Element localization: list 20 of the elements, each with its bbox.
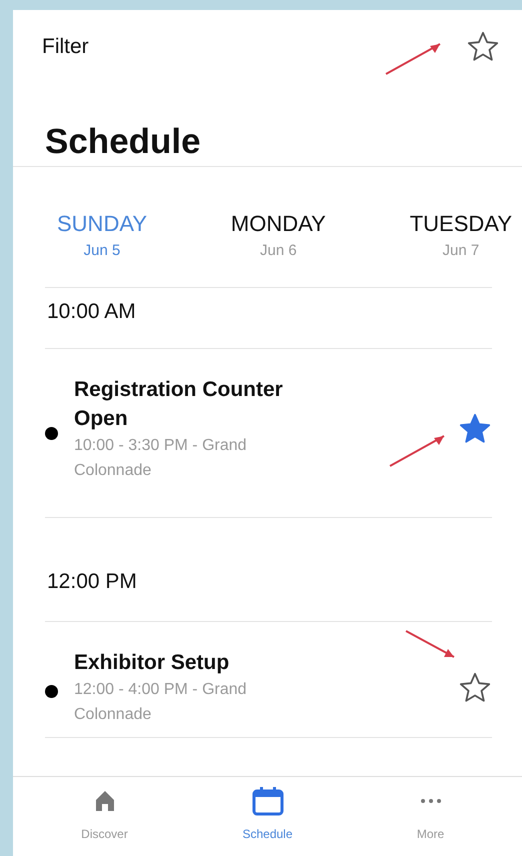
page-title: Schedule — [44, 121, 202, 152]
tab-bar-item[interactable]: Schedule — [218, 785, 318, 856]
bullet-icon — [45, 685, 58, 698]
session-details: 12:00 - 4:00 PM - Grand Colonnade — [74, 680, 248, 725]
day-tab[interactable]: MONDAY Jun 6 — [230, 211, 326, 287]
filter-button[interactable]: Filter — [42, 35, 89, 59]
session-row[interactable]: Exhibitor Setup 12:00 - 4:00 PM - Grand Colonnade — [45, 622, 492, 738]
session-title: Exhibitor Setup — [74, 650, 230, 676]
favorite-star-icon[interactable] — [458, 670, 492, 704]
session-details: 10:00 - 3:30 PM - Grand Colonnade — [74, 436, 248, 481]
more-icon — [420, 798, 442, 804]
session-row[interactable]: Registration Counter Open 10:00 - 3:30 PM - Grand Colonnade — [45, 349, 492, 518]
calendar-icon — [250, 786, 284, 816]
time-header: 12:00 PM — [45, 518, 492, 622]
time-header: 10:00 AM — [45, 287, 492, 349]
session-title: Registration Counter Open — [74, 377, 284, 432]
day-tab[interactable]: TUESDAY Jun 7 — [410, 211, 512, 287]
day-tab[interactable]: SUNDAY Jun 5 — [57, 211, 148, 287]
house-icon — [94, 789, 116, 813]
bullet-icon — [45, 426, 58, 440]
